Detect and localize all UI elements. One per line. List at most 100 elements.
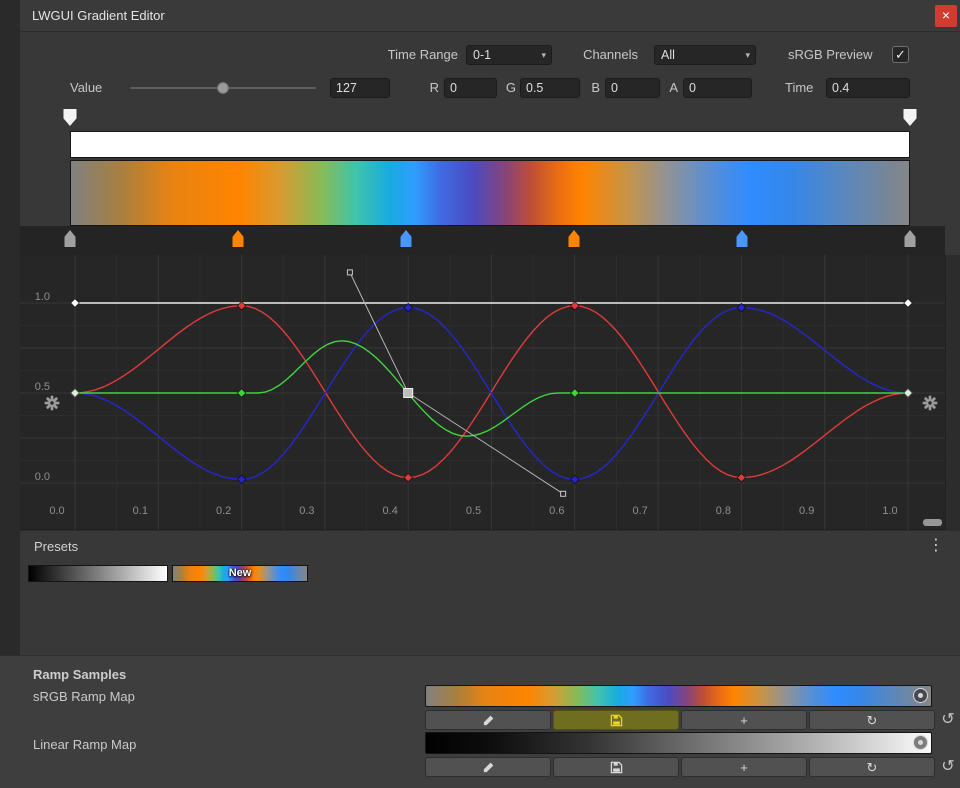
ramp-undo-button[interactable]: ↺ [938,757,958,777]
selected-curve-key[interactable] [404,389,413,398]
curve-settings-gear-icon[interactable] [922,395,938,411]
curve-key[interactable] [404,473,412,481]
color-marker-row[interactable] [20,226,945,255]
curve-settings-gear-icon[interactable] [44,395,60,411]
srgb-preview-checkbox[interactable]: ✓ [892,46,909,63]
chevron-down-icon: ▾ [745,46,750,65]
close-icon: × [942,7,950,23]
curve-key[interactable] [404,303,412,311]
value-label: Value [70,78,112,98]
vertical-scrollbar[interactable] [945,255,960,530]
pencil-icon [482,761,495,774]
x-tick-label: 0.9 [799,505,814,517]
tangent-handle[interactable] [347,270,352,275]
ramp-save-button[interactable] [553,710,679,730]
gradient-alpha-key-marker[interactable] [904,109,917,126]
channels-dropdown[interactable]: All ▾ [654,45,756,65]
x-tick-label: 0.7 [632,505,647,517]
value-slider-knob[interactable] [217,82,229,94]
r-field[interactable]: 0 [444,78,497,98]
srgb-ramp-label: sRGB Ramp Map [33,689,135,704]
curve-key[interactable] [237,389,245,397]
curve-canvas[interactable] [20,255,945,530]
gradient-color-key-marker[interactable] [569,230,580,247]
value-field[interactable]: 127 [330,78,390,98]
save-icon [610,761,623,774]
curve-key[interactable] [571,389,579,397]
x-tick-label: 0.8 [716,505,731,517]
ramp-add-button[interactable]: + [681,710,807,730]
gradient-color-key-marker[interactable] [233,230,244,247]
g-field[interactable]: 0.5 [520,78,580,98]
screen: LWGUI Gradient Editor × Time Range 0-1 ▾… [0,0,960,788]
ramp-edit-button[interactable] [425,710,551,730]
undo-icon: ↺ [941,758,954,775]
srgb-preview-label: sRGB Preview [788,45,886,65]
gradient-color-key-marker[interactable] [401,230,412,247]
curve-key[interactable] [571,475,579,483]
window-title: LWGUI Gradient Editor [32,0,165,31]
x-tick-label: 0.1 [133,505,148,517]
curve-key[interactable] [737,473,745,481]
close-button[interactable]: × [935,5,957,27]
alpha-marker-row[interactable] [20,106,945,131]
presets-menu-button[interactable]: ⋮ [928,531,944,561]
x-tick-label: 0.2 [216,505,231,517]
y-tick-label: 0.5 [24,381,50,393]
b-field[interactable]: 0 [605,78,660,98]
curve-key[interactable] [737,303,745,311]
curve-editor: 1.00.50.0 0.00.10.20.30.40.50.60.70.80.9… [20,255,960,530]
object-picker-button[interactable] [913,688,928,703]
ramp-edit-button[interactable] [425,757,551,777]
object-picker-button[interactable] [913,735,928,750]
x-tick-label: 0.6 [549,505,564,517]
x-tick-label: 1.0 [882,505,897,517]
curve-key[interactable] [237,475,245,483]
a-field[interactable]: 0 [683,78,752,98]
gradient-editor-window: LWGUI Gradient Editor × Time Range 0-1 ▾… [20,0,960,655]
time-range-dropdown[interactable]: 0-1 ▾ [466,45,552,65]
x-tick-label: 0.3 [299,505,314,517]
curve-key[interactable] [904,389,912,397]
plus-icon: + [740,714,748,727]
time-field[interactable]: 0.4 [826,78,910,98]
refresh-icon: ↻ [867,761,878,774]
value-slider[interactable] [130,87,316,89]
gradient-color-key-marker[interactable] [737,230,748,247]
b-label: B [586,78,600,98]
preset-swatch-new[interactable]: New [172,565,308,582]
presets-header: Presets ⋮ [20,530,960,561]
refresh-icon: ↻ [867,714,878,727]
tangent-handle[interactable] [561,491,566,496]
linear-ramp-gradient-field[interactable] [425,732,932,754]
object-picker-icon [918,693,923,698]
time-range-value: 0-1 [473,48,491,62]
undo-icon: ↺ [941,711,954,728]
curve-key[interactable] [71,299,79,307]
curve-key[interactable] [71,389,79,397]
ramp-save-button[interactable] [553,757,679,777]
alpha-preview-bar[interactable] [70,131,910,158]
ramp-samples-header: Ramp Samples [33,667,126,682]
srgb-ramp-gradient-field[interactable] [425,685,932,707]
object-picker-icon [918,740,923,745]
plus-icon: + [740,761,748,774]
gradient-color-key-marker[interactable] [65,230,76,247]
gradient-color-key-marker[interactable] [905,230,916,247]
r-label: R [425,78,439,98]
pencil-icon [482,714,495,727]
channels-value: All [661,48,675,62]
horizontal-scrollbar-thumb[interactable] [923,519,942,526]
titlebar[interactable]: LWGUI Gradient Editor × [20,0,960,32]
preset-name-label: New [173,566,307,581]
ramp-refresh-button[interactable]: ↻ [809,710,935,730]
curve-key[interactable] [904,299,912,307]
preset-swatch-grayscale[interactable] [28,565,168,582]
g-label: G [502,78,516,98]
ramp-refresh-button[interactable]: ↻ [809,757,935,777]
ramp-add-button[interactable]: + [681,757,807,777]
gradient-alpha-key-marker[interactable] [64,109,77,126]
checkmark-icon: ✓ [895,47,906,62]
color-gradient-bar[interactable] [70,160,910,226]
ramp-undo-button[interactable]: ↺ [938,710,958,730]
